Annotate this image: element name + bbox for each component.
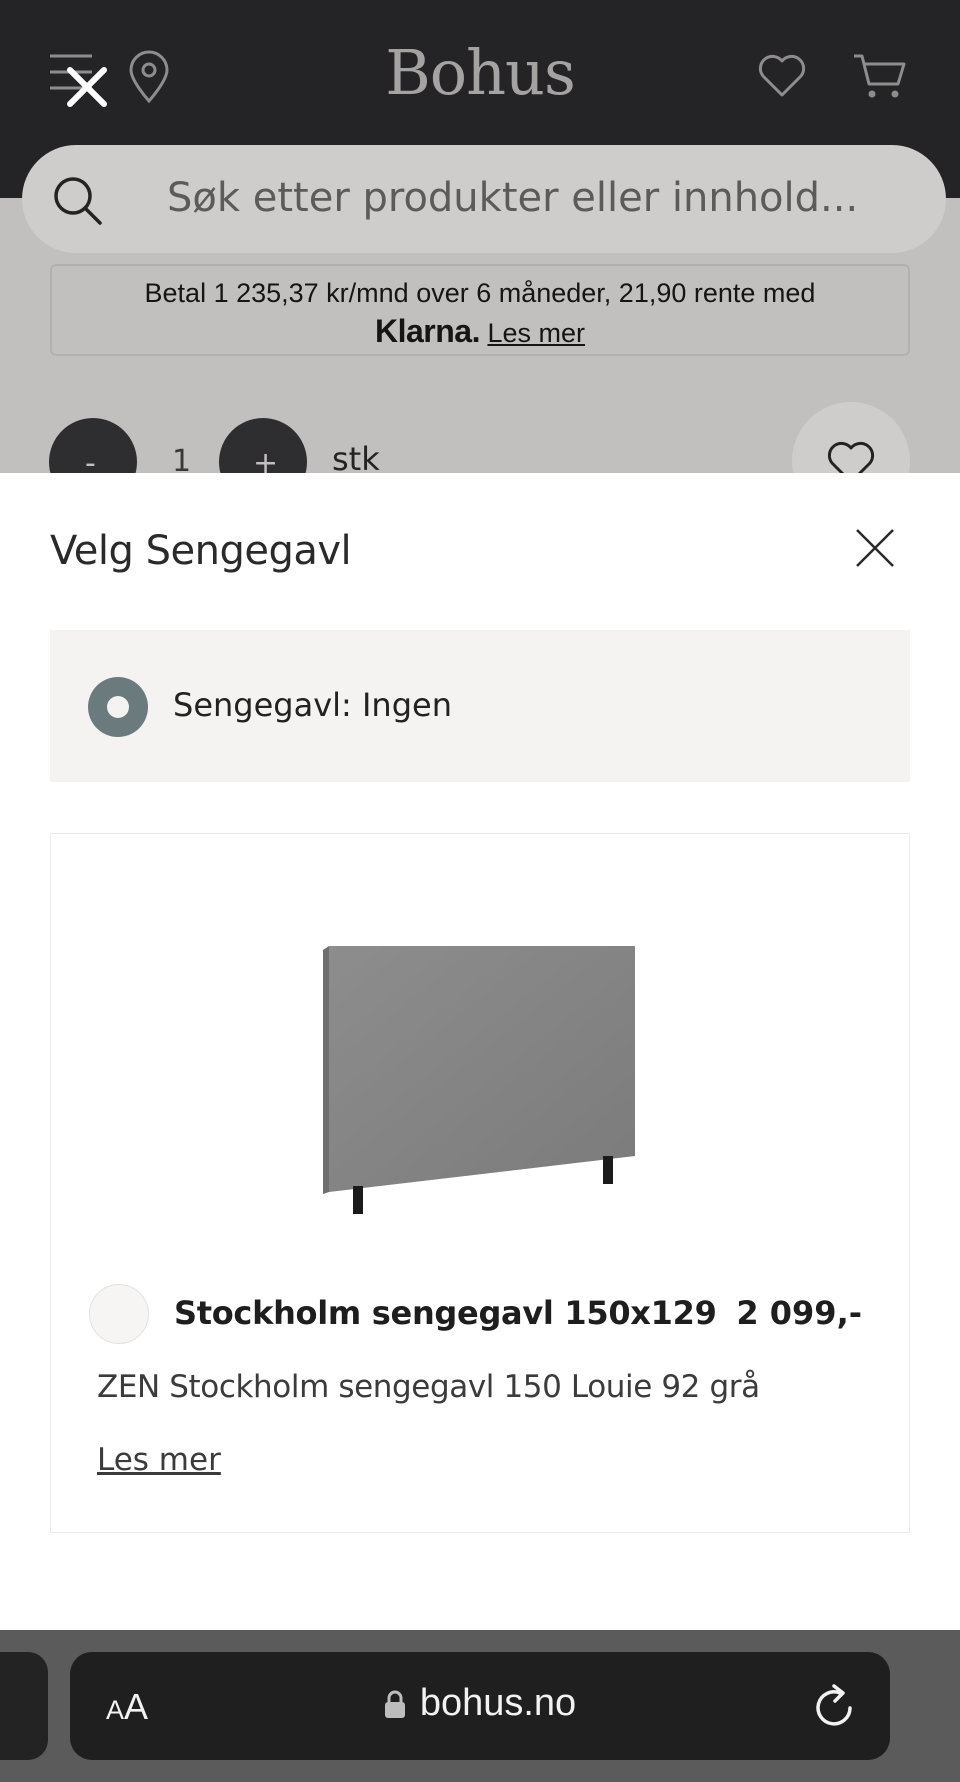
headboard-selection-sheet: Velg Sengegavl Sengegavl: Ingen Stockhol… — [0, 473, 960, 1630]
klarna-read-more-link[interactable]: Les mer — [487, 318, 585, 348]
klarna-logo: Klarna. — [374, 313, 480, 349]
option-no-headboard[interactable]: Sengegavl: Ingen — [50, 630, 910, 782]
browser-toolbar: AA bohus.no — [0, 1630, 960, 1782]
product-option-card[interactable]: Stockholm sengegavl 150x129 2 099,- ZEN … — [50, 833, 910, 1533]
search-bar[interactable]: Søk etter produkter eller innhold... — [22, 145, 946, 253]
option-label: Sengegavl: Ingen — [173, 686, 452, 724]
site-logo[interactable]: Bohus — [0, 36, 960, 109]
search-input[interactable]: Søk etter produkter eller innhold... — [167, 175, 858, 221]
sheet-title: Velg Sengegavl — [50, 528, 352, 574]
headboard-product-image — [323, 946, 635, 1214]
address-bar[interactable]: AA bohus.no — [70, 1652, 890, 1760]
url-text: bohus.no — [419, 1682, 577, 1724]
klarna-banner: Betal 1 235,37 kr/mnd over 6 måneder, 21… — [50, 264, 910, 356]
product-name: Stockholm sengegavl 150x129 — [174, 1294, 717, 1332]
close-sheet-button[interactable] — [852, 525, 898, 571]
product-price: 2 099,- — [736, 1294, 862, 1332]
radio-unselected[interactable] — [89, 1284, 149, 1344]
reload-icon[interactable] — [812, 1682, 858, 1730]
heart-icon[interactable] — [756, 52, 808, 98]
product-read-more-link[interactable]: Les mer — [97, 1442, 221, 1478]
search-icon — [54, 177, 102, 225]
previous-tab[interactable] — [0, 1652, 48, 1760]
cart-icon[interactable] — [852, 52, 908, 100]
klarna-text: Betal 1 235,37 kr/mnd over 6 måneder, 21… — [144, 278, 816, 308]
product-description: ZEN Stockholm sengegavl 150 Louie 92 grå — [97, 1369, 760, 1405]
radio-selected[interactable] — [88, 677, 148, 737]
lock-icon — [384, 1690, 405, 1718]
